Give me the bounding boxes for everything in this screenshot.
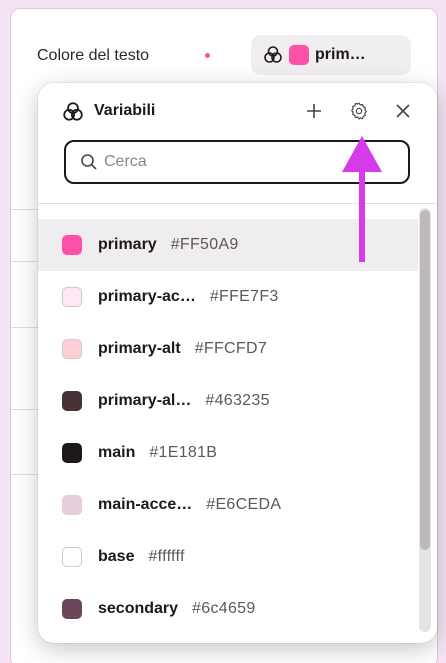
variable-name: primary-alt	[98, 340, 181, 357]
variable-name: secondary	[98, 600, 179, 617]
variable-item[interactable]: primary-al… #463235	[38, 375, 418, 427]
text-color-property-row: Colore del testo prim…	[37, 35, 437, 79]
variable-color-swatch	[62, 339, 82, 359]
color-variable-chip[interactable]: prim…	[251, 35, 411, 75]
variable-color-swatch	[62, 599, 82, 619]
variable-name: primary-ac…	[98, 288, 196, 305]
gear-icon	[351, 102, 367, 120]
variable-name: main-acce…	[98, 496, 193, 513]
search-icon	[81, 154, 97, 170]
chip-label: prim…	[315, 46, 366, 63]
variable-name: main	[98, 444, 136, 461]
variable-hex-value: #FFCFD7	[194, 340, 268, 357]
variable-color-swatch	[62, 235, 82, 255]
variable-hex-value: #ffffff	[148, 548, 185, 565]
close-button[interactable]	[389, 97, 417, 125]
variable-hex-value: #FF50A9	[170, 236, 239, 253]
variable-name: primary	[98, 236, 157, 253]
variable-name: base	[98, 548, 135, 565]
variable-color-swatch	[62, 287, 82, 307]
popover-title: Variabili	[94, 102, 156, 119]
variable-item[interactable]: main #1E181B	[38, 427, 418, 479]
variable-hex-value: #1E181B	[149, 444, 218, 461]
variable-item[interactable]: primary-alt #FFCFD7	[38, 323, 418, 375]
variable-name: primary-al…	[98, 392, 192, 409]
chip-color-swatch	[289, 45, 309, 65]
variable-item[interactable]: main-acce… #E6CEDA	[38, 479, 418, 531]
variable-color-swatch	[62, 495, 82, 515]
variable-color-swatch	[62, 547, 82, 567]
variable-color-swatch	[62, 391, 82, 411]
color-variables-icon	[264, 46, 282, 63]
annotation-arrow	[342, 136, 382, 262]
variable-hex-value: #FFE7F3	[209, 288, 279, 305]
variable-hex-value: #463235	[205, 392, 270, 409]
add-variable-button[interactable]	[300, 97, 328, 125]
variable-color-swatch	[62, 443, 82, 463]
variable-hex-value: #E6CEDA	[206, 496, 282, 513]
variable-item[interactable]: base #ffffff	[38, 531, 418, 583]
modified-indicator-dot	[205, 53, 210, 58]
variable-hex-value: #6c4659	[192, 600, 256, 617]
variables-list: primary #FF50A9 primary-ac… #FFE7F3 primary-…	[38, 219, 418, 635]
plus-icon	[307, 104, 321, 118]
settings-button[interactable]	[345, 97, 373, 125]
color-variables-icon	[63, 102, 83, 121]
scrollbar[interactable]	[419, 208, 431, 632]
close-icon	[396, 104, 410, 118]
scrollbar-thumb[interactable]	[420, 210, 430, 550]
property-label: Colore del testo	[37, 47, 150, 64]
variable-item[interactable]: secondary #6c4659	[38, 583, 418, 635]
variable-item[interactable]: primary-ac… #FFE7F3	[38, 271, 418, 323]
